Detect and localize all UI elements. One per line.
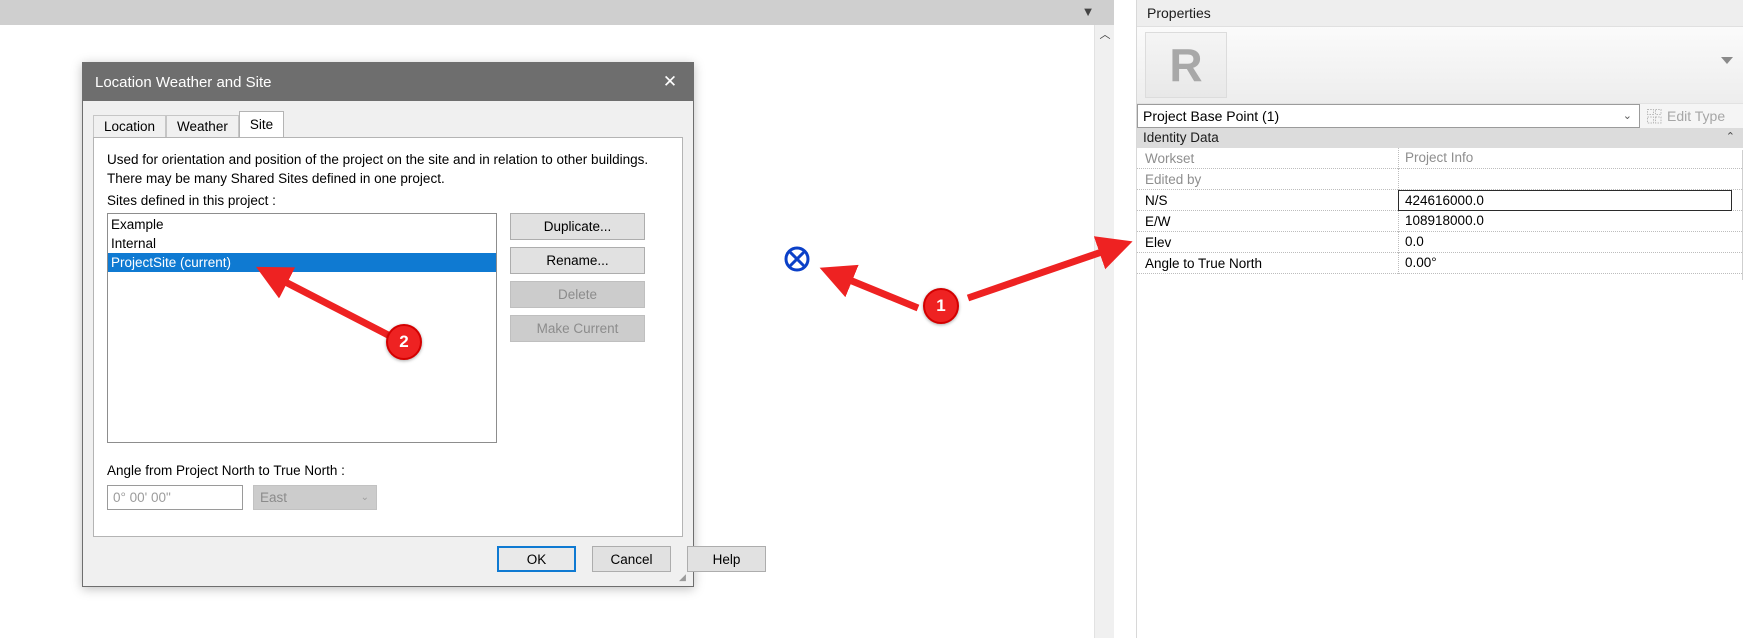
close-icon[interactable]: ✕ [647,63,693,101]
location-weather-site-dialog[interactable]: Location Weather and Site ✕ Location Wea… [82,62,766,587]
list-item[interactable]: Internal [108,234,496,253]
chevron-down-icon: ⌄ [360,492,369,503]
site-actions-column: Duplicate... Rename... Delete Make Curre… [510,213,645,349]
property-name: Edited by [1145,171,1202,187]
screen-root: ▼ ︿ Location Weather and Site ✕ Location… [0,0,1743,638]
resize-grip-icon[interactable]: ◢ [679,572,691,584]
properties-preview: R [1137,27,1743,104]
table-row[interactable]: N/S 424616000.0 [1137,189,1743,211]
caret-down-icon[interactable] [1721,57,1733,64]
rename-button[interactable]: Rename... [510,247,645,274]
table-row[interactable]: Elev 0.0 [1137,231,1743,253]
callout-badge-1: 1 [923,288,959,324]
dialog-tabstrip[interactable]: Location Weather Site [93,111,693,137]
scroll-up-arrow-icon[interactable]: ︿ [1095,28,1115,42]
canvas-vertical-scrollbar[interactable]: ︿ [1094,25,1114,638]
delete-button: Delete [510,281,645,308]
duplicate-button[interactable]: Duplicate... [510,213,645,240]
property-value[interactable]: 0.0 [1398,231,1743,253]
list-item[interactable]: Example [108,215,496,234]
tab-location[interactable]: Location [93,115,167,137]
angle-input[interactable]: 0° 00' 00" [107,485,243,510]
properties-table: Workset Project Info Edited by N/S 42461… [1137,147,1743,274]
callout-badge-2: 2 [386,324,422,360]
edit-type-icon [1647,108,1662,124]
angle-field-label: Angle from Project North to True North : [107,463,345,478]
ok-button[interactable]: OK [497,546,576,572]
type-selector-value: Project Base Point (1) [1143,108,1280,124]
property-value: Project Info [1398,147,1743,169]
collapse-group-icon[interactable]: ⌃ [1726,128,1735,147]
chevron-down-icon: ⌄ [1622,110,1632,122]
table-row[interactable]: Angle to True North 0.00° [1137,252,1743,274]
table-row: Workset Project Info [1137,147,1743,169]
tab-site[interactable]: Site [238,111,285,137]
table-row: Edited by [1137,168,1743,190]
canvas-top-bar: ▼ [0,0,1114,25]
identity-data-group-header[interactable]: Identity Data ⌃ [1137,128,1743,148]
angle-direction-value: East [260,490,288,505]
properties-title: Properties [1137,0,1743,27]
dialog-title-text: Location Weather and Site [95,73,272,91]
angle-direction-select[interactable]: East ⌄ [253,485,377,510]
property-name: Elev [1145,234,1172,250]
help-button[interactable]: Help [687,546,766,572]
property-value[interactable]: 108918000.0 [1398,210,1743,232]
property-value[interactable]: 0.00° [1398,252,1743,274]
make-current-button: Make Current [510,315,645,342]
properties-palette: Properties R Project Base Point (1) ⌄ Ed… [1136,0,1743,638]
property-name: E/W [1145,213,1171,229]
dialog-footer: OK Cancel Help ◢ [83,538,766,586]
project-base-point-icon[interactable] [783,245,811,273]
edit-type-label: Edit Type [1667,108,1726,124]
property-name: Workset [1145,150,1195,166]
table-row[interactable]: E/W 108918000.0 [1137,210,1743,232]
property-value [1398,168,1743,190]
panel-description: Used for orientation and position of the… [107,152,649,186]
type-selector-dropdown[interactable]: Project Base Point (1) ⌄ [1137,104,1640,128]
chevron-down-icon[interactable]: ▼ [1080,4,1096,20]
dialog-title-bar[interactable]: Location Weather and Site ✕ [83,63,693,101]
edit-type-button: Edit Type [1640,104,1743,128]
group-title: Identity Data [1143,130,1219,145]
property-name: Angle to True North [1145,255,1263,271]
type-selector-row: Project Base Point (1) ⌄ Edit Type [1137,104,1743,128]
tab-weather[interactable]: Weather [166,115,239,137]
property-value-input[interactable]: 424616000.0 [1398,189,1732,211]
property-name: N/S [1145,192,1168,208]
sites-list-label: Sites defined in this project : [107,193,276,208]
sites-listbox[interactable]: Example Internal ProjectSite (current) [107,213,497,443]
list-item-selected[interactable]: ProjectSite (current) [108,253,496,272]
cancel-button[interactable]: Cancel [592,546,671,572]
revit-logo-icon: R [1145,32,1227,98]
